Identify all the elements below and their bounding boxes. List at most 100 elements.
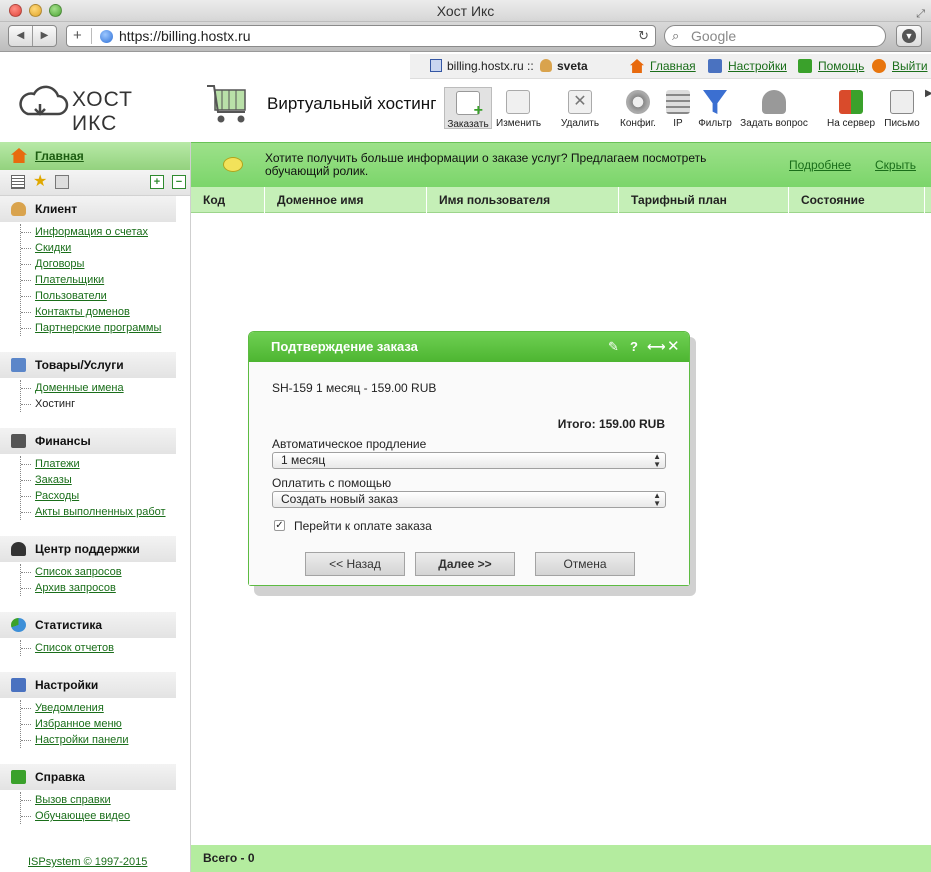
- copyright-link[interactable]: ISPsystem © 1997-2015: [28, 856, 147, 868]
- logo-text: ХОСТ ИКС: [72, 88, 133, 135]
- order-line: SH-159 1 месяц - 159.00 RUB: [272, 381, 437, 395]
- filter-button[interactable]: Фильтр: [697, 90, 733, 129]
- sidebar: Главная ★ + − Клиент Информация о счетах…: [0, 142, 191, 872]
- cloud-logo-icon: [19, 85, 69, 116]
- toolbar-more-icon[interactable]: ▶: [925, 88, 931, 99]
- column-code[interactable]: Код: [191, 187, 265, 213]
- select-arrows-icon: ▲ ▼: [653, 491, 661, 508]
- mail-button[interactable]: Письмо: [884, 90, 920, 129]
- sidebar-item-payments[interactable]: Платежи: [21, 456, 166, 472]
- pay-with-label: Оплатить с помощью: [272, 476, 392, 490]
- finance-items: Платежи Заказы Расходы Акты выполненных …: [20, 456, 166, 520]
- config-button[interactable]: Конфиг.: [618, 90, 658, 129]
- minimize-window-button[interactable]: [29, 4, 42, 17]
- sidebar-item-reports[interactable]: Список отчетов: [21, 640, 114, 656]
- confirm-order-dialog: Подтверждение заказа ✎ ? ⟷ ✕ SH-159 1 ме…: [248, 331, 690, 586]
- briefcase-icon[interactable]: [55, 175, 69, 189]
- next-button[interactable]: Далее >>: [415, 552, 515, 576]
- sidebar-item-users[interactable]: Пользователи: [21, 288, 161, 304]
- list-view-icon[interactable]: [11, 175, 25, 189]
- sidebar-item-tickets-archive[interactable]: Архив запросов: [21, 580, 122, 596]
- sidebar-item-payers[interactable]: Плательщики: [21, 272, 161, 288]
- pin-icon[interactable]: ✎: [608, 332, 619, 362]
- dialog-header[interactable]: Подтверждение заказа ✎ ? ⟷ ✕: [249, 332, 689, 362]
- sidebar-group-support[interactable]: Центр поддержки: [0, 536, 176, 562]
- filter-icon: [703, 90, 727, 114]
- client-icon: [11, 202, 26, 216]
- sidebar-item-contracts[interactable]: Договоры: [21, 256, 161, 272]
- sidebar-item-discounts[interactable]: Скидки: [21, 240, 161, 256]
- sidebar-item-favorite-menu[interactable]: Избранное меню: [21, 716, 128, 732]
- sidebar-item-panel-settings[interactable]: Настройки панели: [21, 732, 128, 748]
- expand-all-icon[interactable]: +: [150, 175, 164, 189]
- sidebar-item-billing-info[interactable]: Информация о счетах: [21, 224, 161, 240]
- stats-items: Список отчетов: [20, 640, 114, 656]
- order-button[interactable]: + Заказать: [444, 87, 492, 130]
- to-server-button[interactable]: На сервер: [827, 90, 875, 129]
- chat-bubble-icon: [223, 157, 243, 172]
- sidebar-item-tutorial-video[interactable]: Обучающее видео: [21, 808, 130, 824]
- sidebar-item-domains[interactable]: Доменные имена: [21, 380, 124, 396]
- column-tariff[interactable]: Тарифный план: [619, 187, 789, 213]
- user-icon: [540, 59, 552, 72]
- forward-button[interactable]: ▶: [33, 26, 56, 46]
- settings-link[interactable]: Настройки: [708, 54, 787, 79]
- column-username[interactable]: Имя пользователя: [427, 187, 619, 213]
- sidebar-group-finance[interactable]: Финансы: [0, 428, 176, 454]
- sidebar-group-settings[interactable]: Настройки: [0, 672, 176, 698]
- ask-question-button[interactable]: Задать вопрос: [740, 90, 808, 129]
- logout-link[interactable]: Выйти: [872, 54, 928, 79]
- ip-button[interactable]: IP: [664, 90, 692, 129]
- search-icon: ⌕: [672, 28, 680, 43]
- goto-payment-checkbox[interactable]: ✓: [274, 520, 285, 531]
- goto-payment-label[interactable]: Перейти к оплате заказа: [294, 519, 432, 533]
- renew-select[interactable]: 1 месяц ▲ ▼: [272, 452, 666, 469]
- back-button[interactable]: << Назад: [305, 552, 405, 576]
- search-field[interactable]: ⌕ Google: [664, 25, 886, 47]
- url-text[interactable]: https://billing.hostx.ru: [119, 26, 251, 46]
- favorites-star-icon[interactable]: ★: [33, 174, 47, 190]
- help-link[interactable]: Помощь: [798, 54, 864, 79]
- expand-icon[interactable]: ⟷: [647, 332, 666, 362]
- downloads-button[interactable]: ▼: [896, 25, 922, 47]
- add-bookmark-icon[interactable]: +: [73, 26, 82, 46]
- home-link[interactable]: Главная: [630, 54, 696, 79]
- sidebar-item-domain-contacts[interactable]: Контакты доменов: [21, 304, 161, 320]
- page-title: Виртуальный хостинг: [267, 94, 437, 113]
- logo[interactable]: ХОСТ ИКС: [18, 82, 178, 135]
- ask-icon: [762, 90, 786, 114]
- sidebar-item-tickets[interactable]: Список запросов: [21, 564, 122, 580]
- order-total: Итого: 159.00 RUB: [557, 417, 665, 431]
- back-button[interactable]: ◀: [9, 26, 33, 46]
- sidebar-item-notifications[interactable]: Уведомления: [21, 700, 128, 716]
- sidebar-home[interactable]: Главная: [0, 142, 190, 170]
- sidebar-group-stats[interactable]: Статистика: [0, 612, 176, 638]
- sidebar-item-call-help[interactable]: Вызов справки: [21, 792, 130, 808]
- address-bar[interactable]: + https://billing.hostx.ru ↻: [66, 25, 656, 47]
- edit-button[interactable]: Изменить: [496, 90, 541, 129]
- sidebar-group-products[interactable]: Товары/Услуги: [0, 352, 176, 378]
- reload-icon[interactable]: ↻: [638, 26, 649, 46]
- delete-button[interactable]: ✕ Удалить: [559, 90, 601, 129]
- sidebar-item-hosting[interactable]: Хостинг: [21, 396, 124, 412]
- sidebar-item-partner-programs[interactable]: Партнерские программы: [21, 320, 161, 336]
- collapse-all-icon[interactable]: −: [172, 175, 186, 189]
- sidebar-item-acts[interactable]: Акты выполненных работ: [21, 504, 166, 520]
- close-icon[interactable]: ✕: [667, 332, 680, 362]
- column-status[interactable]: Состояние: [789, 187, 925, 213]
- close-window-button[interactable]: [9, 4, 22, 17]
- sidebar-item-expenses[interactable]: Расходы: [21, 488, 166, 504]
- cancel-button[interactable]: Отмена: [535, 552, 635, 576]
- support-items: Список запросов Архив запросов: [20, 564, 122, 596]
- help-icon[interactable]: ?: [630, 332, 638, 362]
- server-icon: [430, 59, 442, 72]
- sidebar-item-orders[interactable]: Заказы: [21, 472, 166, 488]
- sidebar-group-client[interactable]: Клиент: [0, 196, 176, 222]
- column-domain[interactable]: Доменное имя: [265, 187, 427, 213]
- pay-with-select[interactable]: Создать новый заказ ▲ ▼: [272, 491, 666, 508]
- sidebar-group-help[interactable]: Справка: [0, 764, 176, 790]
- zoom-window-button[interactable]: [49, 4, 62, 17]
- banner-more-link[interactable]: Подробнее: [789, 158, 851, 172]
- user-bar: billing.hostx.ru :: sveta Главная Настро…: [410, 54, 931, 79]
- banner-hide-link[interactable]: Скрыть: [875, 158, 916, 172]
